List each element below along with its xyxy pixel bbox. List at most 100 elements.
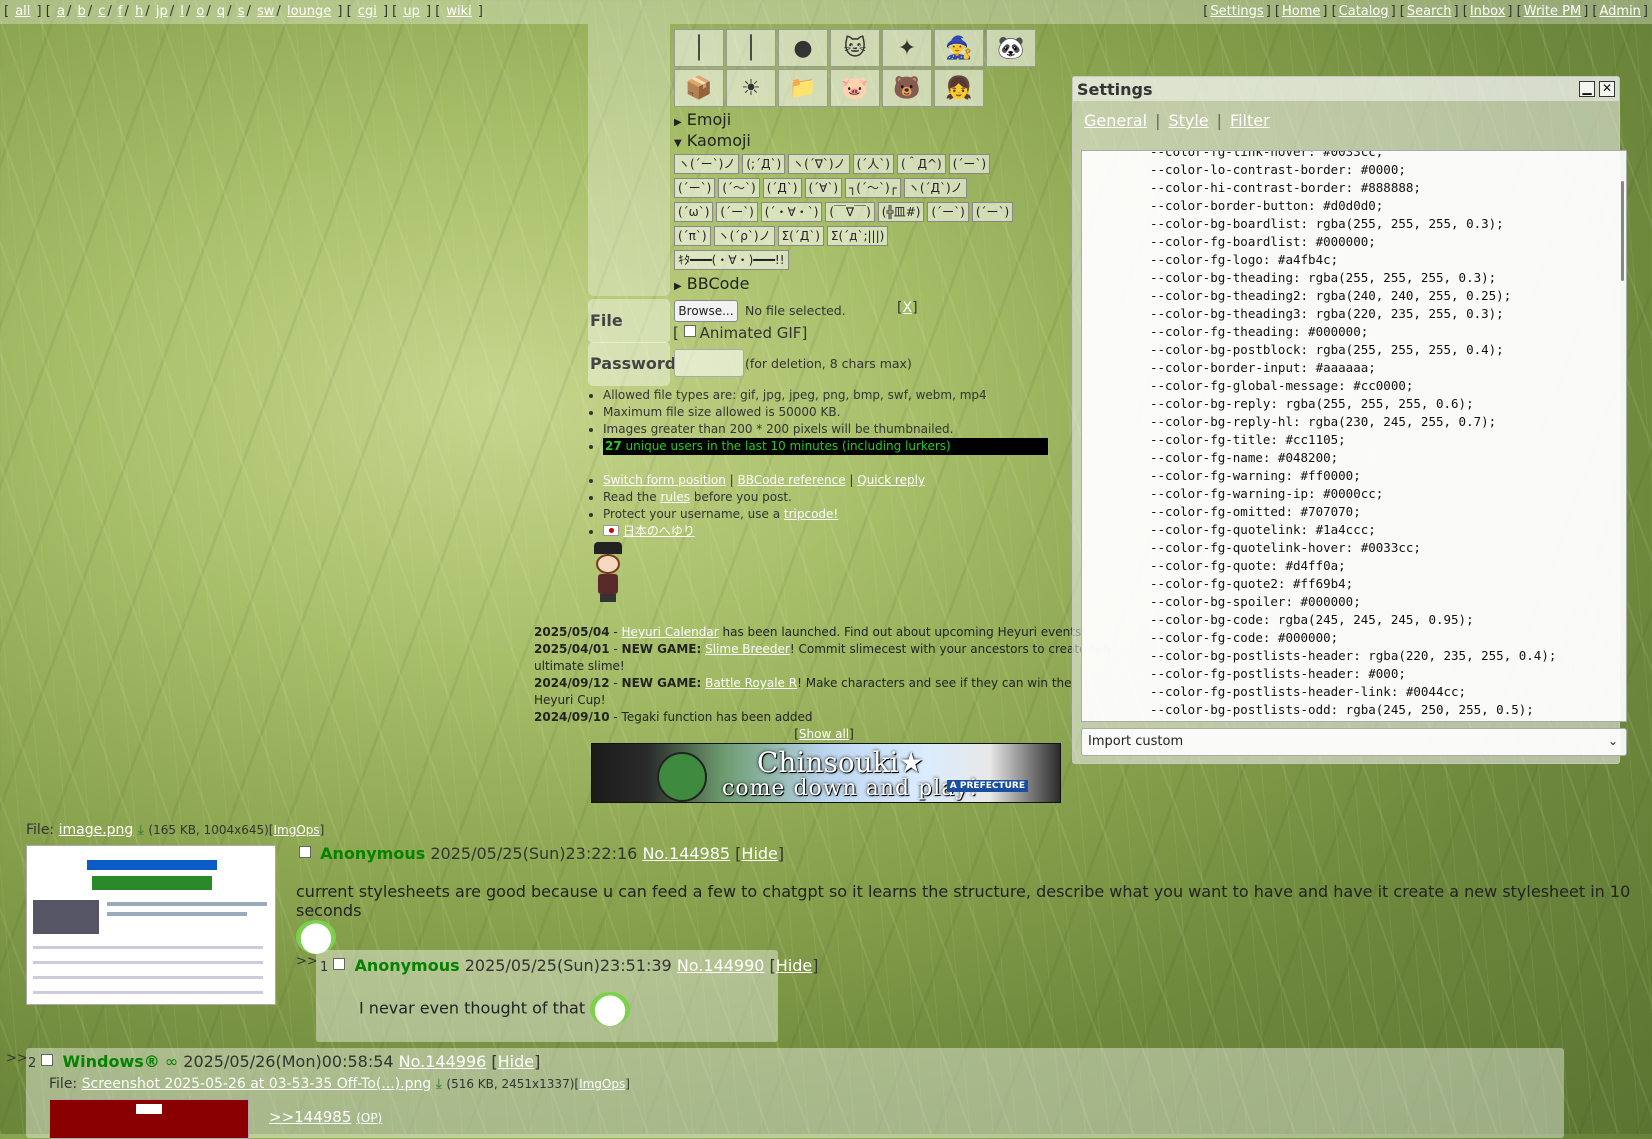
switch-form-link[interactable]: Switch form position <box>603 473 726 487</box>
board-link-o[interactable]: o <box>196 4 204 19</box>
textarea-scrollbar[interactable] <box>1621 181 1624 281</box>
admin-link[interactable]: Admin <box>1599 4 1640 19</box>
cat-icon[interactable]: 🐱 <box>830 29 880 67</box>
kaomoji-button[interactable]: (´・∀・`) <box>760 202 823 222</box>
kaomoji-button[interactable]: ｷﾀ━━━(・∀・)━━━!! <box>674 250 789 270</box>
board-link-sw[interactable]: sw <box>257 4 274 19</box>
kaomoji-button[interactable]: Σ(´Д`) <box>777 226 824 246</box>
settings-titlebar[interactable]: Settings ▁ ✕ <box>1073 77 1619 101</box>
reply-2-file-link[interactable]: Screenshot 2025-05-26 at 03-53-35 Off-To… <box>82 1076 432 1092</box>
board-link-b[interactable]: b <box>77 4 85 19</box>
board-link-f[interactable]: f <box>118 4 123 19</box>
show-all-news-link[interactable]: Show all <box>799 727 849 741</box>
kaomoji-button[interactable]: (＾Д^) <box>896 154 946 174</box>
board-link-a[interactable]: a <box>57 4 65 19</box>
pig-icon[interactable]: 🐷 <box>830 69 880 107</box>
reply-2-imgops-link[interactable]: ImgOps <box>579 1077 625 1091</box>
board-link-all[interactable]: all <box>15 4 30 19</box>
inbox-link[interactable]: Inbox <box>1470 4 1506 19</box>
animated-gif-checkbox[interactable] <box>683 325 696 337</box>
site-banner[interactable]: Chinsouki★ come down and play! A PREFECT… <box>591 743 1061 803</box>
kaomoji-button[interactable]: (´π`) <box>674 226 711 246</box>
kaomoji-button[interactable]: ヽ(´Д`)ノ <box>903 178 967 198</box>
reply-2-post-number[interactable]: No.144996 <box>399 1052 487 1071</box>
reply-1-hide-link[interactable]: Hide <box>776 956 812 975</box>
reply-2-hide-link[interactable]: Hide <box>498 1052 534 1071</box>
kaomoji-button[interactable]: (;´Д`) <box>742 154 786 174</box>
kaomoji-button[interactable]: ヽ(´∇`)ノ <box>788 154 850 174</box>
kaomoji-button[interactable]: Σ(´д`;|||) <box>826 226 889 246</box>
kaomoji-button[interactable]: (´∀`) <box>804 178 843 198</box>
browse-button[interactable]: Browse... <box>674 300 738 322</box>
kaomoji-button[interactable]: (´～`) <box>718 178 760 198</box>
witch-icon[interactable]: 🧙 <box>934 29 984 67</box>
write-pm-link[interactable]: Write PM <box>1524 4 1582 19</box>
download-icon[interactable]: ⤓ <box>436 1076 442 1092</box>
japanese-site-link[interactable]: 日本のへゆり <box>623 524 695 538</box>
bbcode-toggle[interactable]: ▶ BBCode <box>674 274 749 293</box>
bbcode-reference-link[interactable]: BBCode reference <box>737 473 845 487</box>
kaomoji-button[interactable]: (´ω`) <box>674 202 714 222</box>
board-link-up[interactable]: up <box>403 4 420 19</box>
tab-filter[interactable]: Filter <box>1230 111 1270 130</box>
tab-general[interactable]: General <box>1084 111 1147 130</box>
bear-icon[interactable]: 🐻 <box>882 69 932 107</box>
reply-2-thumbnail[interactable] <box>49 1099 249 1139</box>
kaomoji-button[interactable]: (´人`) <box>852 154 894 174</box>
folder-icon[interactable]: 📁 <box>778 69 828 107</box>
home-link[interactable]: Home <box>1282 4 1320 19</box>
board-link-jp[interactable]: jp <box>156 4 168 19</box>
board-link-l[interactable]: l <box>180 4 184 19</box>
board-link-c[interactable]: c <box>98 4 105 19</box>
minimize-icon[interactable]: ▁ <box>1579 81 1595 97</box>
pole-icon[interactable]: │ <box>726 29 776 67</box>
board-link-s[interactable]: s <box>238 4 245 19</box>
op-thumbnail[interactable] <box>26 845 276 1005</box>
close-icon[interactable]: ✕ <box>1599 81 1615 97</box>
board-link-q[interactable]: q <box>217 4 225 19</box>
stick-icon[interactable]: │ <box>674 29 724 67</box>
blob-icon[interactable]: ● <box>778 29 828 67</box>
catalog-link[interactable]: Catalog <box>1339 4 1389 19</box>
password-input[interactable] <box>674 349 744 377</box>
kaomoji-button[interactable]: ヽ(´ー`)ノ <box>674 154 740 174</box>
op-hide-link[interactable]: Hide <box>741 844 777 863</box>
rules-link[interactable]: rules <box>661 490 691 504</box>
kaomoji-button[interactable]: (´ー`) <box>674 178 716 198</box>
reply-1-post-number[interactable]: No.144990 <box>677 956 765 975</box>
board-link-cgi[interactable]: cgi <box>358 4 377 19</box>
op-imgops-link[interactable]: ImgOps <box>273 823 319 837</box>
emoji-toggle[interactable]: ▶ Emoji <box>674 110 731 129</box>
reply-2-delete-checkbox[interactable] <box>41 1054 54 1066</box>
kaomoji-toggle[interactable]: ▼ Kaomoji <box>674 131 751 150</box>
kaomoji-button[interactable]: (´ー`) <box>971 202 1014 222</box>
news-link[interactable]: Heyuri Calendar <box>622 625 719 639</box>
board-link-lounge[interactable]: lounge <box>287 4 331 19</box>
box-icon[interactable]: 📦 <box>674 69 724 107</box>
download-icon[interactable]: ⤓ <box>138 822 144 838</box>
kaomoji-button[interactable]: (´Д`) <box>762 178 802 198</box>
reply-2-quote-link[interactable]: >>144985 <box>269 1108 351 1126</box>
news-link[interactable]: Battle Royale R <box>705 676 797 690</box>
tripcode-link[interactable]: tripcode! <box>784 507 838 521</box>
settings-link[interactable]: Settings <box>1210 4 1263 19</box>
op-delete-checkbox[interactable] <box>299 846 311 858</box>
search-link[interactable]: Search <box>1407 4 1452 19</box>
board-link-wiki[interactable]: wiki <box>446 4 471 19</box>
reply-1-delete-checkbox[interactable] <box>333 958 346 970</box>
kaomoji-button[interactable]: (´ー`) <box>948 154 991 174</box>
op-post-number[interactable]: No.144985 <box>642 844 730 863</box>
kaomoji-button[interactable]: ヽ(´ρ`)ノ <box>713 226 775 246</box>
kaomoji-button[interactable]: ┐(´～`)┌ <box>845 178 901 198</box>
news-link[interactable]: Slime Breeder <box>705 642 790 656</box>
import-custom-select[interactable]: Import custom ⌄ <box>1081 728 1627 756</box>
custom-css-textarea[interactable]: --color-fg-link-hover: #0033cc; --color-l… <box>1081 150 1627 722</box>
op-file-link[interactable]: image.png <box>59 822 134 838</box>
board-link-h[interactable]: h <box>135 4 143 19</box>
sparkle-icon[interactable]: ✦ <box>882 29 932 67</box>
tab-style[interactable]: Style <box>1168 111 1208 130</box>
girl-icon[interactable]: 👧 <box>934 69 984 107</box>
panda-icon[interactable]: 🐼 <box>986 29 1036 67</box>
kaomoji-button[interactable]: (╬皿#) <box>877 202 925 222</box>
clear-file-link[interactable]: X <box>902 300 912 316</box>
